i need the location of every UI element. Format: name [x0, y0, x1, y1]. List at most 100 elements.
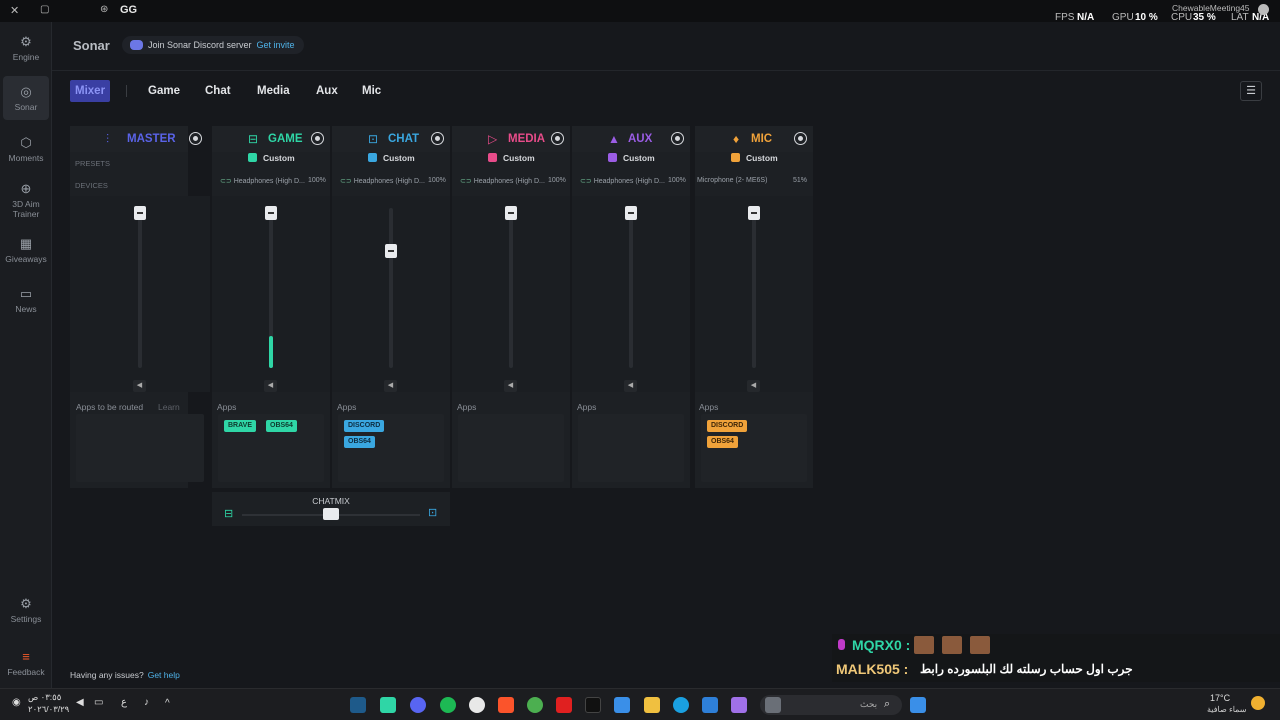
presets-label: PRESETS — [75, 159, 111, 168]
get-help-link[interactable]: Get help — [148, 670, 180, 680]
volume-track[interactable] — [389, 208, 393, 368]
clock-date[interactable]: ٢٠٢٦/٠٣/٢٩ — [28, 704, 69, 715]
search-icon: ⌕ — [884, 698, 891, 710]
store-icon[interactable] — [614, 697, 630, 713]
mail-icon[interactable] — [702, 697, 718, 713]
tab-game[interactable]: Game — [148, 80, 180, 102]
volume-track[interactable] — [509, 208, 513, 368]
device-selector[interactable]: ⊂⊃ Headphones (High D... — [220, 177, 305, 185]
clock-time[interactable]: ٠٣:٥٥ ص — [28, 692, 61, 703]
restore-icon[interactable]: ▢ — [40, 4, 49, 15]
speaker-icon[interactable]: ◀ — [384, 380, 397, 392]
username[interactable]: ChewableMeeting45 — [1172, 3, 1250, 13]
chevron-up-icon[interactable]: ^ — [165, 698, 170, 709]
link-icon: ⊂⊃ — [460, 178, 474, 185]
spotify-icon[interactable] — [440, 697, 456, 713]
mic-tray-icon[interactable]: ♪ — [144, 697, 149, 708]
app-chip[interactable]: OBS64 — [344, 436, 375, 448]
copilot-icon[interactable] — [731, 697, 747, 713]
discord-banner[interactable]: Join Sonar Discord server Get invite — [122, 36, 304, 54]
emote-image — [942, 636, 962, 654]
volume-slider[interactable] — [625, 206, 637, 220]
app-chip[interactable]: DISCORD — [344, 420, 385, 432]
preset-selector[interactable]: Custom — [731, 153, 778, 163]
preset-selector[interactable]: Custom — [248, 153, 295, 163]
brave-icon[interactable] — [498, 697, 514, 713]
taskbar-search[interactable]: بحث ⌕ — [760, 695, 902, 715]
get-invite-link[interactable]: Get invite — [257, 40, 295, 50]
preset-selector[interactable]: Custom — [608, 153, 655, 163]
volume-track[interactable] — [752, 208, 756, 368]
chat-bubble-icon: ⊡ — [428, 507, 438, 519]
gear-icon[interactable] — [432, 133, 443, 144]
sidebar-item-engine[interactable]: ⚙ Engine — [0, 35, 52, 63]
gear-icon[interactable] — [672, 133, 683, 144]
news-icon: ▭ — [19, 286, 33, 301]
speaker-icon[interactable]: ◀ — [624, 380, 637, 392]
app-chip[interactable]: OBS64 — [266, 420, 297, 432]
volume-slider[interactable] — [748, 206, 760, 220]
edge-icon[interactable] — [673, 697, 689, 713]
avatar[interactable] — [1258, 4, 1269, 15]
volume-slider[interactable] — [265, 206, 277, 220]
discord-taskbar-icon[interactable] — [410, 697, 426, 713]
gear-icon[interactable] — [795, 133, 806, 144]
sidebar-item-news[interactable]: ▭ News — [0, 286, 52, 315]
speaker-icon[interactable]: ◀ — [504, 380, 517, 392]
device-volume: 100% — [548, 177, 566, 184]
device-name: Headphones (High D... — [593, 178, 665, 185]
device-name: Headphones (High D... — [353, 178, 425, 185]
youtube-icon[interactable] — [556, 697, 572, 713]
tab-aux[interactable]: Aux — [316, 80, 338, 102]
sidebar-item-moments[interactable]: ⬡ Moments — [0, 136, 52, 164]
gear-icon[interactable] — [552, 133, 563, 144]
volume-slider[interactable] — [505, 206, 517, 220]
pinned-app-icon[interactable] — [765, 697, 781, 713]
chatmix-slider[interactable] — [323, 508, 339, 520]
sidebar-item-feedback[interactable]: ≡ Feedback — [0, 650, 52, 678]
chrome-icon[interactable] — [527, 697, 543, 713]
tiktok-icon[interactable] — [585, 697, 601, 713]
sidebar-item-sonar[interactable]: ◎ Sonar — [3, 76, 49, 120]
speaker-icon[interactable]: ◀ — [747, 380, 760, 392]
sidebar-item-giveaways[interactable]: ▦ Giveaways — [0, 237, 52, 265]
tab-mixer[interactable]: Mixer — [70, 80, 111, 102]
battery-icon[interactable]: ▭ — [94, 697, 103, 708]
tab-chat[interactable]: Chat — [205, 80, 231, 102]
speaker-icon[interactable]: ◀ — [133, 380, 146, 392]
sidebar-item-aim-trainer[interactable]: ⊕ 3D Aim Trainer — [0, 182, 52, 220]
device-selector[interactable]: ⊂⊃ Headphones (High D... — [460, 177, 545, 185]
menu-button[interactable]: ☰ — [1240, 81, 1262, 101]
preset-selector[interactable]: Custom — [488, 153, 535, 163]
volume-slider[interactable] — [385, 244, 397, 258]
volume-slider[interactable] — [134, 206, 146, 220]
language-indicator[interactable]: ع — [121, 697, 127, 708]
speaker-icon[interactable]: ◀ — [264, 380, 277, 392]
volume-track[interactable] — [629, 208, 633, 368]
windows-start-icon[interactable] — [910, 697, 926, 713]
gg-taskbar-icon[interactable] — [469, 697, 485, 713]
chatmix-panel: CHATMIX ⊟ ⊡ — [212, 492, 450, 526]
device-volume: 51% — [793, 177, 808, 184]
tab-media[interactable]: Media — [257, 80, 290, 102]
gear-icon[interactable] — [312, 133, 323, 144]
app-chip[interactable]: BRAVE — [224, 420, 256, 432]
volume-track[interactable] — [138, 208, 142, 368]
folder-icon[interactable] — [644, 697, 660, 713]
speaker-tray-icon[interactable]: ◀ — [76, 697, 84, 708]
notification-icon[interactable]: ◉ — [12, 697, 21, 708]
apps-box — [578, 414, 684, 482]
preset-selector[interactable]: Custom — [368, 153, 415, 163]
device-selector[interactable]: Microphone (2- ME6S) — [697, 177, 767, 184]
app-icon[interactable] — [380, 697, 396, 713]
close-icon[interactable]: ✕ — [10, 4, 19, 17]
device-selector[interactable]: ⊂⊃ Headphones (High D... — [340, 177, 425, 185]
device-selector[interactable]: ⊂⊃ Headphones (High D... — [580, 177, 665, 185]
app-chip[interactable]: OBS64 — [707, 436, 738, 448]
tab-mic[interactable]: Mic — [362, 80, 381, 102]
sidebar-item-settings[interactable]: ⚙ Settings — [0, 597, 52, 625]
weather-moon-icon — [1251, 696, 1265, 710]
gear-icon[interactable] — [190, 133, 201, 144]
app-chip[interactable]: DISCORD — [707, 420, 748, 432]
steam-icon[interactable] — [350, 697, 366, 713]
